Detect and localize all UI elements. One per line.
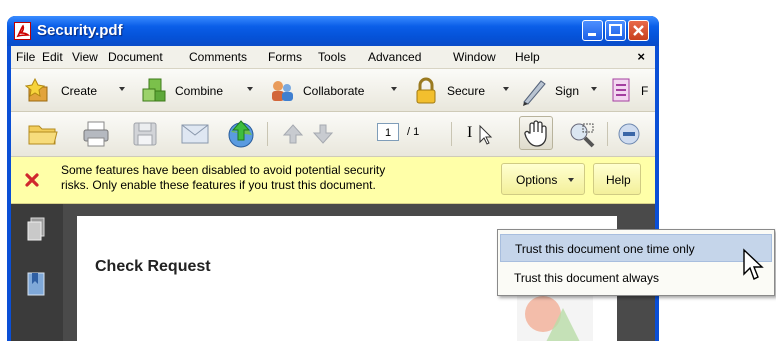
menu-file[interactable]: File	[16, 50, 35, 64]
window-title: Security.pdf	[37, 22, 123, 39]
page-number-input[interactable]: 1	[377, 123, 399, 141]
forms-label: F	[641, 84, 649, 98]
file-toolbar: 1 / 1 I	[11, 112, 655, 157]
forms-button[interactable]: F	[611, 77, 655, 103]
security-message: Some features have been disabled to avoi…	[61, 163, 481, 193]
save-icon[interactable]	[131, 120, 159, 148]
combine-dropdown-arrow	[247, 87, 253, 91]
combine-button[interactable]: Combine	[139, 77, 259, 103]
menu-advanced[interactable]: Advanced	[368, 50, 421, 64]
close-window-button[interactable]	[628, 20, 649, 41]
menu-forms[interactable]: Forms	[268, 50, 302, 64]
trust-always-item[interactable]: Trust this document always	[500, 264, 772, 292]
security-warning-bar: Some features have been disabled to avoi…	[11, 157, 655, 204]
maximize-button[interactable]	[605, 20, 626, 41]
print-icon[interactable]	[81, 120, 111, 148]
toolbar-separator	[267, 122, 268, 146]
trust-one-time-label: Trust this document one time only	[515, 242, 695, 256]
help-label: Help	[606, 173, 631, 187]
toolbar-separator	[607, 122, 608, 146]
previous-page-icon[interactable]	[281, 122, 305, 146]
pen-icon	[523, 80, 546, 106]
bookmarks-panel-icon[interactable]	[25, 270, 47, 298]
sign-dropdown-arrow	[591, 87, 597, 91]
select-arrow-icon[interactable]	[477, 124, 495, 146]
lock-icon	[416, 77, 436, 104]
window-client-area: File Edit View Document Comments Forms T…	[11, 46, 655, 341]
menu-document[interactable]: Document	[108, 50, 163, 64]
combine-label: Combine	[175, 84, 224, 98]
secure-label: Secure	[447, 84, 486, 98]
options-dropdown-arrow	[568, 178, 574, 182]
collaborate-label: Collaborate	[303, 84, 365, 98]
sign-button[interactable]: Sign	[519, 77, 603, 106]
options-button[interactable]: Options	[501, 163, 585, 195]
combine-icon	[142, 78, 166, 102]
menu-help[interactable]: Help	[515, 50, 540, 64]
menu-comments[interactable]: Comments	[189, 50, 247, 64]
page-total: / 1	[407, 126, 420, 138]
secure-button[interactable]: Secure	[411, 77, 515, 104]
security-message-line2: risks. Only enable these features if you…	[61, 178, 376, 192]
trust-always-label: Trust this document always	[514, 271, 659, 285]
menu-window[interactable]: Window	[453, 50, 496, 64]
collaborate-button[interactable]: Collaborate	[267, 77, 405, 103]
sign-label: Sign	[555, 84, 580, 98]
menu-edit[interactable]: Edit	[42, 50, 63, 64]
warning-x-icon	[25, 173, 39, 187]
menu-tools[interactable]: Tools	[318, 50, 346, 64]
minimize-button[interactable]	[582, 20, 603, 41]
pdf-file-icon	[14, 22, 31, 40]
zoom-out-icon[interactable]	[617, 122, 641, 146]
navigation-pane	[11, 204, 63, 341]
help-button[interactable]: Help	[593, 163, 641, 195]
email-icon[interactable]	[179, 120, 211, 148]
mouse-cursor-icon	[743, 248, 764, 280]
task-toolbar: Create Combine Collaborate Secure Sign F	[11, 69, 655, 112]
options-label: Options	[516, 173, 558, 187]
menu-view[interactable]: View	[72, 50, 98, 64]
collaborate-dropdown-arrow	[391, 87, 397, 91]
next-page-icon[interactable]	[311, 122, 335, 146]
open-folder-icon[interactable]	[27, 120, 59, 148]
create-label: Create	[61, 84, 98, 98]
zoom-marquee-icon[interactable]	[567, 120, 597, 150]
create-button[interactable]: Create	[24, 77, 133, 103]
collaborate-icon	[272, 81, 293, 101]
secure-dropdown-arrow	[503, 87, 509, 91]
upload-web-icon[interactable]	[225, 118, 257, 150]
trust-one-time-item[interactable]: Trust this document one time only	[500, 234, 772, 262]
forms-icon	[612, 78, 630, 102]
close-document-button[interactable]: ×	[637, 49, 645, 64]
document-title: Check Request	[95, 258, 211, 275]
hand-icon	[524, 120, 547, 147]
create-dropdown-arrow	[119, 87, 125, 91]
menu-bar: File Edit View Document Comments Forms T…	[11, 46, 655, 69]
options-menu: Trust this document one time only Trust …	[497, 229, 775, 296]
security-message-line1: Some features have been disabled to avoi…	[61, 163, 386, 177]
pages-panel-icon[interactable]	[25, 216, 47, 244]
title-bar[interactable]: Security.pdf	[7, 16, 659, 46]
select-text-cursor-icon[interactable]: I	[467, 124, 472, 142]
create-icon	[24, 77, 48, 102]
hand-tool-button[interactable]	[519, 116, 553, 150]
toolbar-separator	[451, 122, 452, 146]
